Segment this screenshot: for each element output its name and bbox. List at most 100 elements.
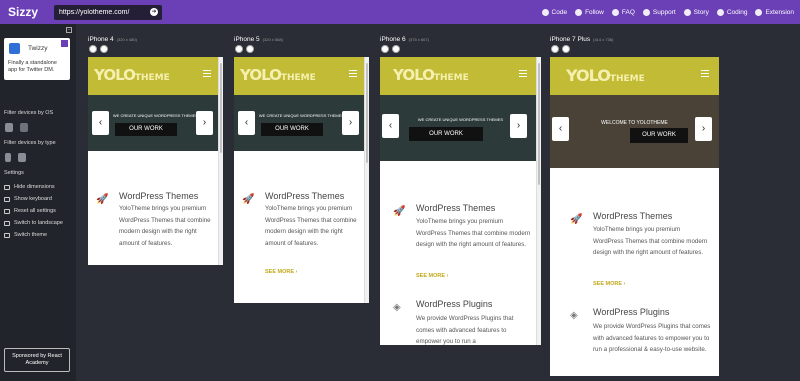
logo-sub: THEME bbox=[609, 74, 645, 84]
hide-dimensions-setting[interactable]: Hide dimensions bbox=[4, 184, 55, 190]
rotate-device-icon[interactable] bbox=[551, 45, 559, 53]
plugins-title: WordPress Plugins bbox=[416, 299, 493, 309]
nav-follow-label: Follow bbox=[585, 8, 604, 16]
question-icon bbox=[611, 8, 619, 16]
scrollbar[interactable] bbox=[536, 57, 541, 345]
site-logo[interactable]: YOLOTHEME bbox=[240, 66, 316, 84]
keyboard-device-icon[interactable] bbox=[246, 45, 254, 53]
ad-card[interactable]: Twizzy Finally a standalone app for Twit… bbox=[4, 38, 70, 80]
keyboard-device-icon[interactable] bbox=[562, 45, 570, 53]
device-name-label: iPhone 4 bbox=[88, 36, 114, 43]
url-input[interactable] bbox=[59, 8, 145, 16]
scroll-thumb[interactable] bbox=[538, 63, 540, 185]
scroll-thumb[interactable] bbox=[220, 63, 222, 153]
reset-settings-setting[interactable]: Reset all settings bbox=[4, 208, 56, 214]
slider-prev-arrow-icon[interactable]: ‹ bbox=[382, 114, 399, 138]
ad-badge-icon bbox=[61, 40, 68, 47]
nav-story[interactable]: Story bbox=[683, 8, 709, 16]
nav-code-label: Code bbox=[551, 8, 568, 16]
logo-main: YOLO bbox=[393, 66, 435, 84]
site-logo[interactable]: YOLOTHEME bbox=[393, 66, 469, 84]
themes-text: YoloTheme brings you premium WordPress T… bbox=[119, 205, 211, 247]
device-size: (320 x 568) bbox=[262, 37, 283, 42]
features-section: 🚀 WordPress Themes YoloTheme brings you … bbox=[88, 151, 223, 265]
plugins-text: We provide WordPress Plugins that comes … bbox=[416, 315, 514, 345]
nav-extension-label: Extension bbox=[765, 8, 794, 16]
android-icon[interactable] bbox=[20, 123, 28, 132]
slider-prev-arrow-icon[interactable]: ‹ bbox=[92, 111, 109, 135]
see-more-link[interactable]: SEE MORE › bbox=[265, 269, 297, 275]
rotate-device-icon[interactable] bbox=[381, 45, 389, 53]
site-logo[interactable]: YOLOTHEME bbox=[94, 66, 170, 84]
video-icon bbox=[716, 8, 724, 16]
github-icon bbox=[541, 8, 549, 16]
device-size: (320 x 480) bbox=[116, 37, 137, 42]
setting-label: Hide dimensions bbox=[14, 184, 55, 190]
slider-next-arrow-icon[interactable]: › bbox=[695, 117, 712, 141]
book-icon bbox=[683, 8, 691, 16]
menu-icon[interactable] bbox=[519, 70, 527, 77]
app-logo[interactable]: Sizzy bbox=[8, 5, 54, 19]
plugin-layers-icon: ◈ bbox=[570, 310, 578, 321]
nav-faq[interactable]: FAQ bbox=[611, 8, 635, 16]
go-arrow-icon[interactable]: ➜ bbox=[150, 8, 158, 16]
slider-next-arrow-icon[interactable]: › bbox=[510, 114, 527, 138]
features-section: 🚀 WordPress Themes YoloTheme brings you … bbox=[550, 168, 719, 376]
nav-extension[interactable]: Extension bbox=[755, 8, 794, 16]
apple-icon[interactable] bbox=[5, 123, 13, 132]
keyboard-device-icon[interactable] bbox=[100, 45, 108, 53]
site-logo[interactable]: YOLOTHEME bbox=[566, 66, 645, 85]
device-iphone-5: iPhone 5 (320 x 568) YOLOTHEME WE CREATE … bbox=[234, 36, 370, 304]
logo-main: YOLO bbox=[566, 66, 611, 85]
scrollbar[interactable] bbox=[364, 57, 369, 303]
device-screen: YOLOTHEME WELCOME TO YOLOTHEME OUR WORK … bbox=[550, 57, 719, 376]
keyboard-device-icon[interactable] bbox=[392, 45, 400, 53]
hero-caption: WELCOME TO YOLOTHEME bbox=[601, 120, 668, 126]
tablet-icon[interactable] bbox=[18, 153, 26, 162]
nav-coding[interactable]: Coding bbox=[716, 8, 748, 16]
site-header: YOLOTHEME bbox=[550, 57, 719, 95]
nav-code[interactable]: Code bbox=[541, 8, 568, 16]
sponsor-box[interactable]: Sponsored by React Academy bbox=[4, 348, 70, 372]
rotate-device-icon[interactable] bbox=[235, 45, 243, 53]
filter-type-label: Filter devices by type bbox=[4, 140, 56, 146]
nav-follow[interactable]: Follow bbox=[575, 8, 604, 16]
scrollbar[interactable] bbox=[218, 57, 223, 265]
device-name: iPhone 7 Plus (414 x 736) bbox=[550, 36, 613, 43]
see-more-link[interactable]: SEE MORE › bbox=[416, 273, 448, 279]
our-work-button[interactable]: OUR WORK bbox=[261, 123, 323, 136]
switch-landscape-setting[interactable]: Switch to landscape bbox=[4, 220, 63, 226]
nav-faq-label: FAQ bbox=[621, 8, 635, 16]
nav-coding-label: Coding bbox=[726, 8, 748, 16]
switch-theme-setting[interactable]: Switch theme bbox=[4, 232, 47, 238]
slider-next-arrow-icon[interactable]: › bbox=[196, 111, 213, 135]
device-iphone-4: iPhone 4 (320 x 480) YOLOTHEME WE CREATE … bbox=[88, 36, 224, 276]
our-work-button[interactable]: OUR WORK bbox=[409, 127, 483, 141]
menu-icon[interactable] bbox=[701, 70, 709, 77]
menu-icon[interactable] bbox=[203, 70, 211, 77]
top-nav: Code Follow FAQ Support Story Coding Ext… bbox=[541, 0, 794, 24]
see-more-link[interactable]: SEE MORE › bbox=[593, 281, 625, 287]
reset-icon bbox=[4, 208, 10, 214]
slider-next-arrow-icon[interactable]: › bbox=[342, 111, 359, 135]
phone-icon[interactable] bbox=[5, 153, 11, 162]
menu-icon[interactable] bbox=[349, 70, 357, 77]
scroll-thumb[interactable] bbox=[366, 63, 368, 163]
settings-label: Settings bbox=[4, 170, 24, 176]
rotate-device-icon[interactable] bbox=[89, 45, 97, 53]
device-size: (375 x 667) bbox=[408, 37, 429, 42]
slider-prev-arrow-icon[interactable]: ‹ bbox=[238, 111, 255, 135]
hero-slider: WE CREATE UNIQUE WORDPRESS THEMES OUR WO… bbox=[88, 95, 223, 151]
themes-title: WordPress Themes bbox=[265, 191, 345, 201]
our-work-button[interactable]: OUR WORK bbox=[630, 128, 688, 143]
logo-main: YOLO bbox=[94, 66, 136, 84]
our-work-button[interactable]: OUR WORK bbox=[115, 123, 177, 136]
nav-support[interactable]: Support bbox=[642, 8, 676, 16]
features-section: 🚀 WordPress Themes YoloTheme brings you … bbox=[380, 161, 541, 345]
logo-sub: THEME bbox=[280, 73, 316, 83]
show-keyboard-setting[interactable]: Show keyboard bbox=[4, 196, 52, 202]
slider-prev-arrow-icon[interactable]: ‹ bbox=[552, 117, 569, 141]
collapse-icon[interactable]: – bbox=[66, 27, 72, 33]
setting-label: Switch to landscape bbox=[14, 220, 63, 226]
device-iphone-6: iPhone 6 (375 x 667) YOLOTHEME WE CREATE … bbox=[380, 36, 542, 346]
